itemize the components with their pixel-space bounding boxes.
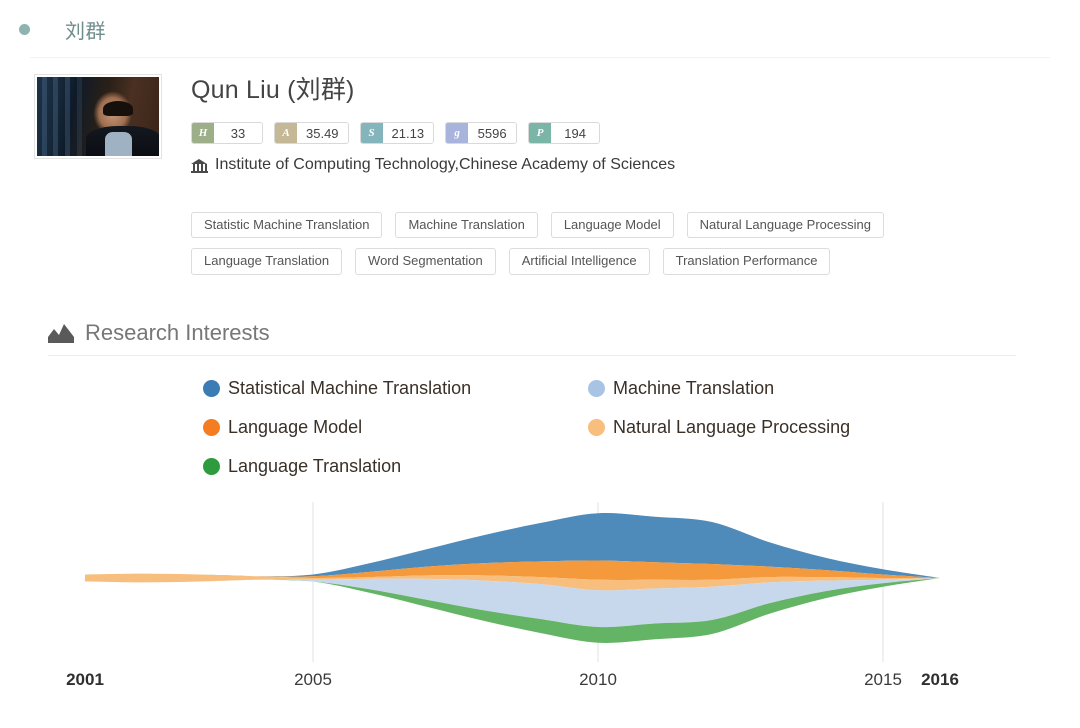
- research-interests-streamgraph: [0, 490, 1080, 670]
- stat-badge-p[interactable]: P 194: [528, 122, 601, 144]
- stat-value-h: 33: [214, 123, 262, 143]
- profile-card: Qun Liu (刘群) H 33 A 35.49 S 21.13 G 5596…: [0, 60, 1080, 290]
- research-tag[interactable]: Word Segmentation: [355, 248, 496, 275]
- legend-item-lm[interactable]: Language Model: [203, 417, 588, 438]
- header-divider: [30, 57, 1050, 58]
- x-axis-tick-label: 2010: [579, 670, 617, 689]
- research-tag[interactable]: Language Translation: [191, 248, 343, 275]
- legend-swatch-icon: [588, 380, 605, 397]
- legend-item-smt[interactable]: Statistical Machine Translation: [203, 378, 588, 399]
- section-title: Research Interests: [85, 320, 270, 345]
- legend-item-mt[interactable]: Machine Translation: [588, 378, 983, 399]
- research-tag-list: Statistic Machine Translation Machine Tr…: [191, 212, 1031, 275]
- research-tag[interactable]: Machine Translation: [395, 212, 538, 239]
- breadcrumb-label[interactable]: 刘群: [65, 15, 106, 44]
- legend-swatch-icon: [203, 419, 220, 436]
- legend-label: Language Translation: [228, 456, 402, 476]
- stat-key-h: H: [192, 123, 214, 143]
- legend-swatch-icon: [203, 380, 220, 397]
- institution-icon: [191, 158, 208, 173]
- chart-x-axis: 2001 2005 2010 2015 2016: [0, 662, 1080, 702]
- area-chart-icon: [48, 323, 74, 343]
- research-tag[interactable]: Language Model: [550, 212, 674, 239]
- stat-value-s: 21.13: [382, 123, 434, 143]
- research-tag[interactable]: Artificial Intelligence: [508, 248, 650, 275]
- x-axis-tick-label: 2015: [864, 670, 902, 689]
- stat-value-g: 5596: [468, 123, 517, 143]
- stats-row: H 33 A 35.49 S 21.13 G 5596 P 194: [191, 122, 601, 144]
- streamgraph-canvas: [85, 502, 940, 662]
- breadcrumb-bullet-icon: [19, 23, 30, 35]
- legend-label: Statistical Machine Translation: [228, 378, 472, 398]
- section-divider: [48, 355, 1016, 356]
- legend-label: Machine Translation: [613, 378, 775, 398]
- legend-swatch-icon: [588, 419, 605, 436]
- legend-item-lt[interactable]: Language Translation: [203, 456, 588, 477]
- stat-key-s: S: [360, 123, 383, 143]
- avatar-photo: [37, 77, 159, 156]
- research-tag[interactable]: Translation Performance: [662, 248, 831, 275]
- legend-label: Natural Language Processing: [613, 417, 851, 437]
- research-interests-header: Research Interests: [48, 320, 270, 346]
- affiliation-text: Institute of Computing Technology,Chines…: [215, 156, 676, 173]
- stat-key-a: A: [275, 123, 297, 143]
- x-axis-tick-label: 2001: [66, 670, 104, 689]
- breadcrumb: 刘群: [0, 0, 1080, 58]
- affiliation: Institute of Computing Technology,Chines…: [191, 156, 675, 174]
- stat-key-p: P: [529, 123, 552, 143]
- research-tag[interactable]: Statistic Machine Translation: [191, 212, 383, 239]
- stat-key-g: G: [446, 123, 469, 143]
- stat-badge-a[interactable]: A 35.49: [274, 122, 349, 144]
- legend-label: Language Model: [228, 417, 363, 437]
- avatar[interactable]: [34, 74, 162, 159]
- stat-badge-s[interactable]: S 21.13: [359, 122, 435, 144]
- chart-legend: Statistical Machine Translation Machine …: [203, 378, 983, 477]
- page-title: Qun Liu (刘群): [191, 76, 355, 104]
- x-axis-tick-label: 2005: [294, 670, 332, 689]
- stat-badge-g[interactable]: G 5596: [445, 122, 518, 144]
- research-tag[interactable]: Natural Language Processing: [686, 212, 884, 239]
- x-axis-tick-label: 2016: [921, 670, 959, 689]
- stat-badge-h[interactable]: H 33: [191, 122, 263, 144]
- stat-value-a: 35.49: [297, 123, 348, 143]
- stat-value-p: 194: [551, 123, 600, 143]
- legend-swatch-icon: [203, 458, 220, 475]
- legend-item-nlp[interactable]: Natural Language Processing: [588, 417, 983, 438]
